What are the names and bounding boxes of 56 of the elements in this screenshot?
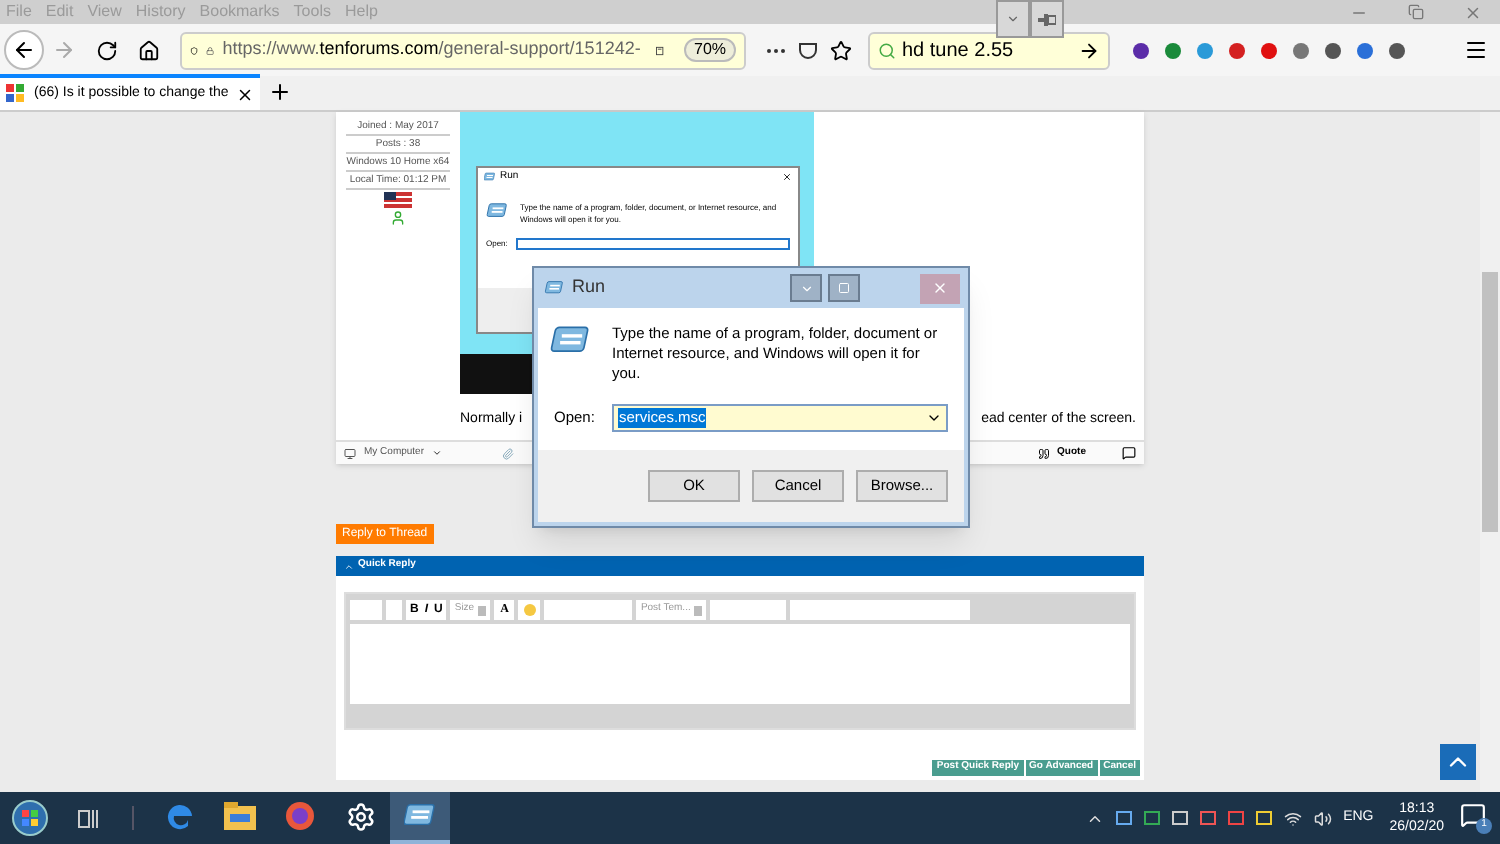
reader-view-icon[interactable] [656,41,664,59]
dialog-title: Run [572,274,606,301]
start-orb-icon[interactable] [12,800,48,836]
search-field[interactable]: hd tune 2.55 [868,31,1110,69]
plug-icon [1038,13,1056,25]
go-arrow-icon[interactable] [1078,39,1100,61]
dropdown-icon [926,410,942,426]
chevron-icon [799,281,813,295]
search-value: hd tune 2.55 [902,37,1014,65]
task-view-icon[interactable] [78,809,98,827]
computer-icon [344,447,356,459]
reload-icon[interactable] [96,39,118,61]
run-dialog-icon [403,802,437,830]
close-tab-icon[interactable] [236,85,255,103]
run-dialog-icon [550,324,594,358]
user-online-icon [390,210,406,226]
back-arrow-icon [12,38,36,62]
quote-icon [1037,447,1050,459]
shield-icon [190,41,199,59]
run-dialog-icon [486,202,510,220]
site-favicon [6,84,26,104]
bookmark-star-icon[interactable] [830,39,852,61]
notification-icon[interactable] [1460,802,1486,828]
zoom-badge[interactable]: 70% [684,38,737,62]
settings-icon [345,801,375,831]
run-dialog-icon [484,172,496,182]
taskbar-app-button[interactable] [390,792,450,844]
capture-button[interactable] [828,274,860,302]
run-dialog-icon [544,280,566,296]
edge-icon [164,800,196,832]
chevron-icon [1006,12,1020,26]
more-icon[interactable] [766,47,786,53]
menu-icon[interactable] [1464,38,1488,62]
paperclip-icon [502,447,515,459]
lock-icon [206,41,215,59]
folder-icon [224,802,256,830]
address-bar[interactable]: https://www.tenforums.com/general-support/151242- 70% [180,31,746,69]
network-icon[interactable] [1283,809,1302,827]
volume-icon[interactable] [1313,809,1332,827]
url-text: https://www.tenforums.com/general-support/151242- [222,36,641,63]
close-icon [932,280,948,296]
search-icon [878,41,896,59]
scroll-to-top-button[interactable] [1440,744,1476,780]
browser-icon [284,800,316,832]
message-input[interactable] [350,624,1130,704]
flag-icon [384,192,412,208]
new-tab-icon[interactable] [268,80,293,104]
back-button[interactable] [4,30,44,70]
close-icon[interactable] [1464,3,1482,21]
multi-quote-icon[interactable] [1122,446,1136,460]
capture-button[interactable] [1030,0,1064,38]
home-icon[interactable] [138,39,160,61]
caret-icon [432,448,443,458]
pocket-icon[interactable] [798,41,818,59]
restore-icon[interactable] [1408,4,1424,20]
square-icon [838,282,850,294]
